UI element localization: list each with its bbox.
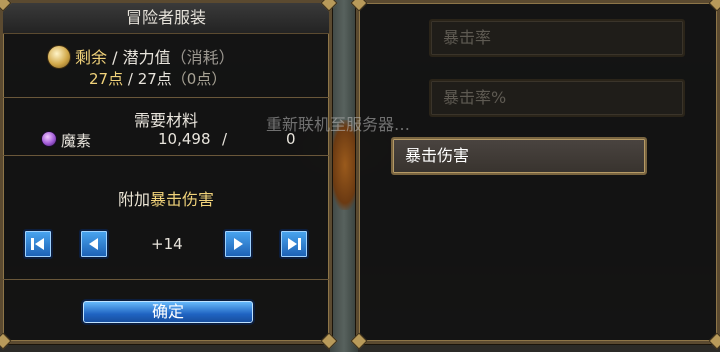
option-crit-rate[interactable]: 暴击率	[429, 19, 685, 57]
remaining-label: 剩余	[75, 48, 108, 67]
reconnect-message: 重新联机至服务器…	[266, 115, 411, 134]
consumed-label: （消耗）	[170, 48, 235, 67]
points-header: 剩余 / 潜力值（消耗）	[75, 44, 235, 68]
next-button[interactable]	[223, 229, 253, 259]
attribute-name: 暴击伤害	[150, 190, 215, 209]
costume-upgrade-panel: 冒险者服装 剩余 / 潜力值（消耗） 27点 / 27点（0点） 需要材料 魔素…	[0, 0, 338, 350]
points-separator: /	[107, 48, 123, 67]
material-name: 魔素	[61, 132, 92, 150]
confirm-button[interactable]: 确定	[81, 299, 255, 325]
consumed-value: （0点）	[171, 70, 227, 88]
potential-label: 潜力值	[122, 48, 171, 67]
skip-last-icon	[288, 238, 301, 250]
prev-button[interactable]	[79, 229, 109, 259]
option-crit-rate-percent[interactable]: 暴击率%	[429, 79, 685, 117]
material-slash: /	[222, 130, 228, 148]
attribute-prefix: 附加	[117, 190, 150, 209]
attribute-options-panel: 暴击率 暴击率% 暴击伤害	[350, 0, 720, 350]
skip-first-icon	[31, 238, 44, 250]
potential-coin-icon	[47, 45, 71, 69]
next-arrow-icon	[234, 238, 243, 250]
potential-value: 27点	[137, 70, 172, 88]
magic-essence-icon	[41, 131, 57, 147]
attribute-line: 附加暴击伤害	[3, 186, 329, 210]
frame-corner-ornament	[708, 0, 720, 12]
remaining-value: 27点	[89, 70, 124, 88]
stepper-value: +14	[151, 235, 183, 253]
material-owned: 10,498	[158, 130, 211, 148]
values-slash: /	[123, 70, 138, 88]
skip-first-button[interactable]	[23, 229, 53, 259]
skip-last-button[interactable]	[279, 229, 309, 259]
prev-arrow-icon	[89, 238, 98, 250]
divider-materials	[3, 97, 329, 98]
option-crit-damage[interactable]: 暴击伤害	[391, 137, 647, 175]
divider-confirm	[3, 279, 329, 280]
divider-attribute	[3, 155, 329, 156]
panel-title: 冒险者服装	[3, 3, 329, 34]
points-values: 27点 / 27点（0点）	[89, 68, 226, 89]
